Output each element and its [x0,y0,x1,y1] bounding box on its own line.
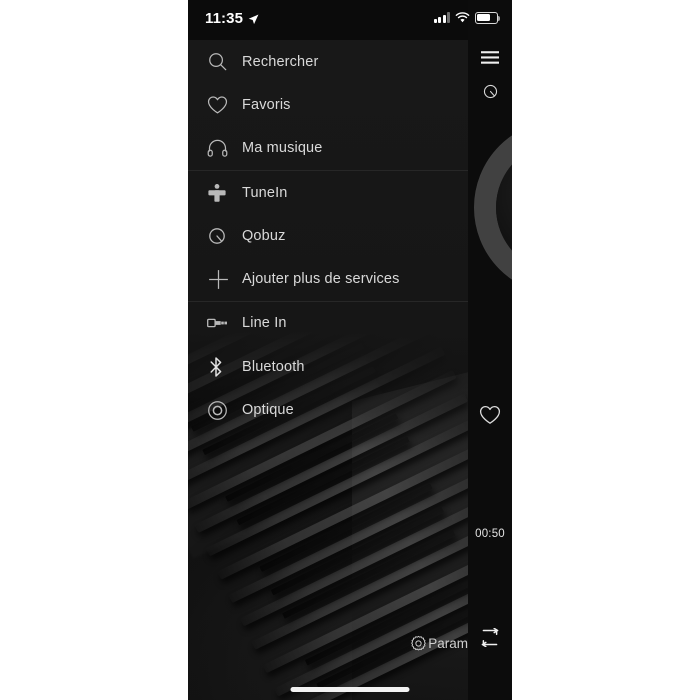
qobuz-logo-icon [207,223,237,249]
favorite-heart-icon[interactable] [468,398,512,432]
sidebar-item-qobuz[interactable]: Qobuz [188,214,468,257]
sidebar-item-line-in[interactable]: Line In [188,302,468,345]
repeat-icon[interactable] [468,620,512,654]
bluetooth-icon [207,354,237,380]
audio-jack-icon [207,310,237,336]
sidebar-item-tunein[interactable]: TuneIn [188,171,468,214]
hamburger-menu-icon[interactable] [468,40,512,74]
phone-screen: 11:35 Rechercher Favoris Ma musique Tune… [188,0,512,700]
headphones-icon [207,135,237,161]
sidebar-item-label: Line In [242,315,287,332]
menu-group-services: TuneIn Qobuz Ajouter plus de services [188,169,468,301]
sidebar-item-label: Ajouter plus de services [242,271,400,288]
sidebar-item-favorites[interactable]: Favoris [188,83,468,126]
menu-group-inputs: Line In Bluetooth Optique [188,300,468,432]
status-bar-time: 11:35 [205,10,244,27]
heart-icon [207,92,237,118]
location-arrow-icon [248,12,259,30]
sidebar-item-my-music[interactable]: Ma musique [188,127,468,170]
album-art[interactable] [474,120,512,295]
home-indicator[interactable] [290,687,410,692]
tunein-logo-icon [207,180,237,206]
sidebar-item-label: Favoris [242,96,291,113]
navigation-drawer: Rechercher Favoris Ma musique TuneIn Qob… [188,40,468,700]
wifi-icon [455,12,470,23]
screenshot-canvas: 11:35 Rechercher Favoris Ma musique Tune… [0,0,700,700]
sidebar-item-optical[interactable]: Optique [188,388,468,431]
sidebar-item-add-services[interactable]: Ajouter plus de services [188,257,468,300]
elapsed-time: 00:50 [475,528,505,540]
search-icon [207,49,237,75]
status-bar: 11:35 [188,0,512,40]
optical-icon [207,397,237,423]
source-qobuz-logo-icon[interactable] [468,74,512,108]
status-bar-indicators [433,12,501,24]
battery-icon [475,12,501,24]
cellular-signal-icon [433,12,450,24]
sidebar-item-search[interactable]: Rechercher [188,40,468,83]
sidebar-item-bluetooth[interactable]: Bluetooth [188,345,468,388]
gear-icon [410,635,427,652]
sidebar-item-label: Rechercher [242,53,319,70]
plus-icon [207,266,237,292]
sidebar-item-label: Ma musique [242,140,323,157]
sidebar-item-label: TuneIn [242,184,288,201]
sidebar-item-label: Optique [242,402,294,419]
sidebar-item-label: Bluetooth [242,358,305,375]
menu-group-library: Rechercher Favoris Ma musique [188,40,468,170]
sidebar-item-label: Qobuz [242,227,286,244]
now-playing-strip: 00:50 [468,0,512,700]
